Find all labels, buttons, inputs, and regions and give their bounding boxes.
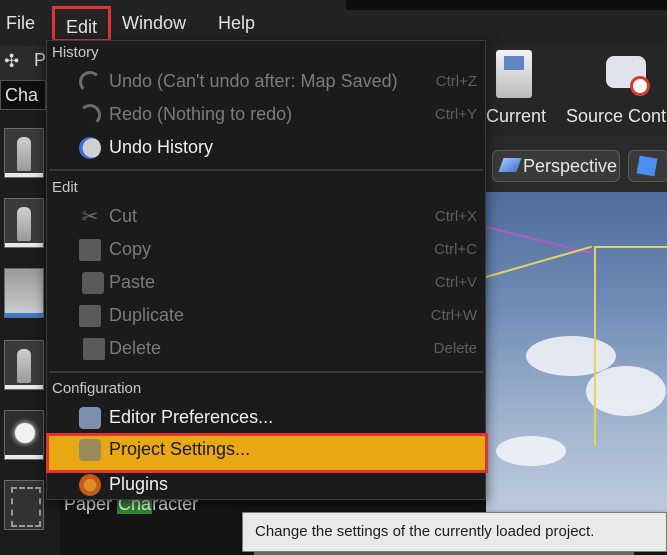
menu-item-plugins[interactable]: Plugins	[47, 469, 485, 501]
menu-file[interactable]: File	[0, 10, 41, 36]
plugin-icon	[79, 474, 101, 496]
asset-thumbnail-mannequin[interactable]	[4, 128, 44, 178]
menu-item-label: Plugins	[109, 474, 169, 494]
perspective-icon	[498, 158, 522, 172]
menu-item-undo[interactable]: Undo (Can't undo after: Map Saved) Ctrl+…	[47, 66, 485, 98]
viewport-toolbar: Perspective	[486, 136, 667, 192]
title-bar-strip	[346, 0, 667, 10]
menu-item-editor-preferences[interactable]: Editor Preferences...	[47, 402, 485, 434]
section-configuration: Configuration	[52, 380, 142, 397]
menu-item-label: Paste	[109, 272, 156, 292]
shortcut-label: Ctrl+X	[434, 208, 477, 225]
settings-icon	[79, 439, 101, 461]
menu-item-redo[interactable]: Redo (Nothing to redo) Ctrl+Y	[47, 99, 485, 131]
delete-icon	[83, 338, 105, 360]
menu-window[interactable]: Window	[116, 10, 192, 36]
search-input[interactable]: Cha	[0, 80, 46, 110]
section-edit: Edit	[52, 179, 78, 196]
copy-icon	[79, 239, 101, 261]
menu-item-undo-history[interactable]: Undo History	[47, 132, 485, 164]
asset-thumbnail-mannequin[interactable]	[4, 198, 44, 248]
menu-item-label: Redo (Nothing to redo)	[109, 104, 293, 124]
asset-thumbnail-light[interactable]	[4, 410, 44, 460]
source-control-icon[interactable]	[602, 52, 652, 98]
preferences-icon	[79, 407, 101, 429]
save-current-icon[interactable]	[496, 50, 532, 98]
menu-item-label: Duplicate	[109, 305, 185, 325]
menu-edit[interactable]: Edit	[52, 6, 111, 42]
menu-item-label: Undo (Can't undo after: Map Saved)	[109, 71, 398, 91]
menu-item-label: Delete	[109, 338, 162, 358]
shortcut-label: Ctrl+C	[434, 241, 477, 258]
duplicate-icon	[79, 305, 101, 327]
sun-icon	[15, 423, 35, 443]
undo-icon	[79, 71, 101, 93]
scissors-icon: ✂	[81, 206, 99, 228]
perspective-button[interactable]: Perspective	[492, 150, 620, 182]
source-control-label[interactable]: Source Contr	[566, 106, 667, 127]
perspective-label: Perspective	[523, 156, 618, 176]
asset-thumbnail-mannequin[interactable]	[4, 340, 44, 390]
history-icon	[79, 137, 101, 159]
content-browser-icon: ✣	[4, 51, 20, 71]
tooltip: Change the settings of the currently loa…	[242, 512, 667, 552]
menu-item-project-settings[interactable]: Project Settings...	[46, 433, 488, 473]
shortcut-label: Ctrl+Z	[435, 73, 477, 90]
menu-item-cut[interactable]: ✂ Cut Ctrl+X	[47, 201, 485, 233]
shortcut-label: Ctrl+W	[430, 307, 477, 324]
asset-thumbnail-level[interactable]	[4, 268, 44, 318]
paper-character-icon	[11, 487, 41, 527]
view-mode-icon	[636, 155, 658, 177]
asset-thumbnail-paper-character[interactable]	[4, 480, 44, 530]
level-viewport[interactable]: Perspective	[486, 136, 667, 555]
shortcut-label: Ctrl+V	[434, 274, 477, 291]
shortcut-label: Ctrl+Y	[434, 106, 477, 123]
menu-item-label: Undo History	[109, 137, 214, 157]
menu-item-duplicate[interactable]: Duplicate Ctrl+W	[47, 300, 485, 332]
paste-icon	[82, 272, 104, 294]
menu-help[interactable]: Help	[212, 10, 261, 36]
menu-separator	[49, 169, 483, 171]
menu-item-label: Cut	[109, 206, 138, 226]
save-current-label[interactable]: Current	[486, 106, 546, 127]
level-toolbar: Current Source Contr	[486, 46, 667, 136]
menu-item-copy[interactable]: Copy Ctrl+C	[47, 234, 485, 266]
redo-icon	[79, 104, 101, 126]
mannequin-icon	[17, 207, 31, 241]
mannequin-icon	[17, 349, 31, 383]
menu-separator	[49, 371, 483, 373]
menu-item-label: Project Settings...	[109, 439, 251, 459]
shortcut-label: Delete	[433, 340, 477, 357]
edit-menu-dropdown: History Undo (Can't undo after: Map Save…	[46, 40, 488, 501]
menu-item-label: Editor Preferences...	[109, 407, 274, 427]
panel-tab-label: P	[34, 50, 47, 70]
view-mode-button[interactable]	[628, 150, 667, 182]
menu-item-paste[interactable]: Paste Ctrl+V	[47, 267, 485, 299]
menu-item-delete[interactable]: Delete Delete	[47, 333, 485, 365]
menu-item-label: Copy	[109, 239, 152, 259]
mannequin-icon	[17, 137, 31, 171]
section-history: History	[52, 44, 99, 61]
